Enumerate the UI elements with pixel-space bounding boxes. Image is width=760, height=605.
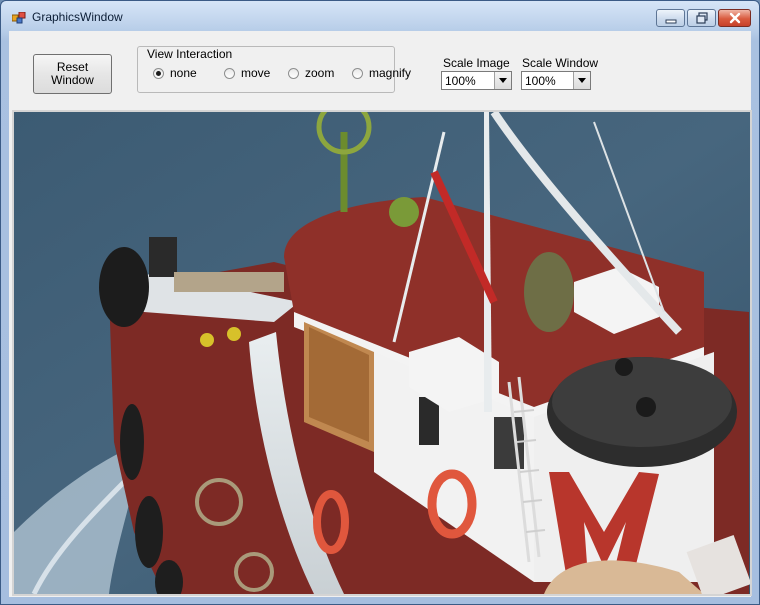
scale-image-dropdown[interactable]: 100% bbox=[441, 71, 512, 90]
radio-none[interactable]: none bbox=[153, 66, 197, 80]
chevron-down-icon[interactable] bbox=[494, 72, 511, 89]
radio-magnify-label: magnify bbox=[369, 66, 412, 80]
close-icon bbox=[729, 12, 740, 24]
minimize-icon bbox=[665, 19, 676, 24]
minimize-button[interactable] bbox=[656, 9, 685, 27]
client-area: Reset Window View Interaction none move … bbox=[9, 31, 752, 597]
boat-image bbox=[14, 112, 750, 594]
application-window: GraphicsWindow Reset Window View Interac… bbox=[0, 0, 760, 605]
radio-button-selected[interactable] bbox=[153, 67, 164, 79]
view-interaction-legend: View Interaction bbox=[145, 47, 235, 61]
maximize-button[interactable] bbox=[687, 9, 716, 27]
radio-zoom[interactable]: zoom bbox=[288, 66, 334, 80]
window-title: GraphicsWindow bbox=[32, 10, 123, 24]
radio-button[interactable] bbox=[224, 67, 235, 79]
close-button[interactable] bbox=[718, 9, 751, 27]
radio-button[interactable] bbox=[352, 67, 363, 79]
radio-move-label: move bbox=[241, 66, 271, 80]
scale-image-value: 100% bbox=[445, 74, 476, 88]
radio-move[interactable]: move bbox=[224, 66, 270, 80]
radio-magnify[interactable]: magnify bbox=[352, 66, 411, 80]
scale-window-value: 100% bbox=[525, 74, 556, 88]
radio-zoom-label: zoom bbox=[305, 66, 335, 80]
scale-window-dropdown[interactable]: 100% bbox=[521, 71, 591, 90]
reset-window-button[interactable]: Reset Window bbox=[33, 54, 112, 94]
radio-none-label: none bbox=[170, 66, 197, 80]
chevron-down-icon[interactable] bbox=[573, 72, 590, 89]
restore-icon bbox=[695, 12, 708, 24]
app-icon bbox=[11, 11, 26, 24]
scale-image-label: Scale Image bbox=[443, 56, 510, 70]
title-bar[interactable]: GraphicsWindow bbox=[1, 1, 759, 31]
image-view[interactable] bbox=[12, 110, 752, 596]
radio-button[interactable] bbox=[288, 67, 299, 79]
scale-window-label: Scale Window bbox=[522, 56, 599, 70]
